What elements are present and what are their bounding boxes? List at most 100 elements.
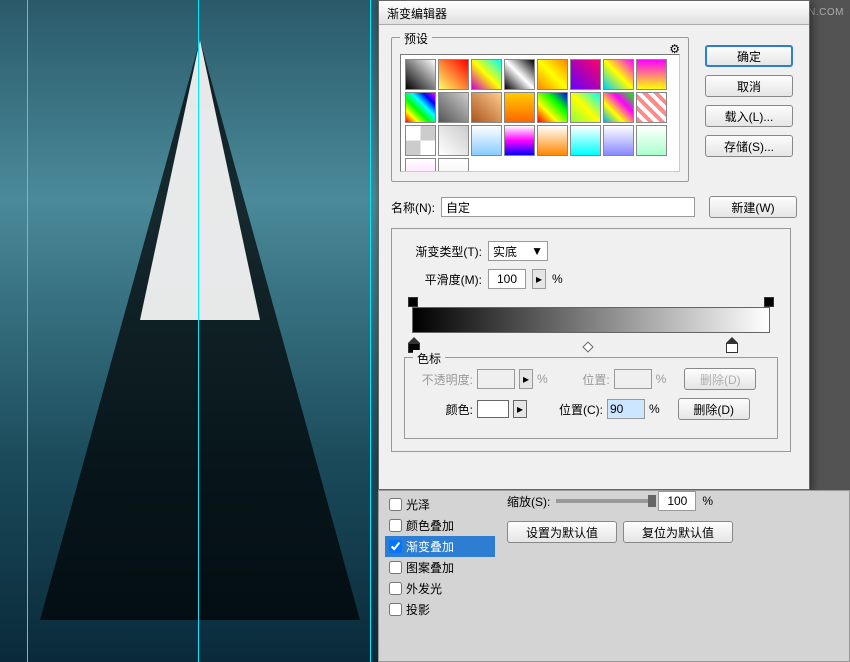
guide-vertical[interactable] (27, 0, 28, 662)
set-default-button[interactable]: 设置为默认值 (507, 521, 617, 543)
preset-swatch[interactable] (537, 59, 568, 90)
preset-swatch[interactable] (603, 92, 634, 123)
percent-label: % (552, 272, 563, 286)
layer-style-checkbox[interactable] (389, 561, 402, 574)
preset-swatch[interactable] (603, 59, 634, 90)
color-well[interactable] (477, 400, 509, 418)
layer-style-label: 光泽 (406, 496, 430, 513)
opacity-spinner: ▸ (519, 369, 533, 389)
percent-label: % (702, 494, 713, 508)
preset-swatch[interactable] (603, 125, 634, 156)
gradient-settings: 渐变类型(T): 实底 ▼ 平滑度(M): ▸ % (391, 228, 791, 452)
opacity-label: 不透明度: (415, 371, 473, 388)
gradient-bar[interactable] (412, 307, 770, 333)
gradient-type-dropdown[interactable]: 实底 ▼ (488, 241, 548, 261)
preset-swatch[interactable] (405, 59, 436, 90)
gear-icon[interactable]: ⚙ (669, 42, 680, 56)
presets-label: 预设 (400, 30, 432, 47)
preset-swatch[interactable] (570, 59, 601, 90)
preset-swatch[interactable] (504, 59, 535, 90)
opacity-stop[interactable] (764, 297, 774, 307)
layer-style-item[interactable]: 渐变叠加 (385, 536, 495, 557)
presets-group: 预设 ⚙ (391, 37, 689, 182)
layer-style-item[interactable]: 颜色叠加 (385, 515, 495, 536)
preset-swatch[interactable] (471, 92, 502, 123)
percent-label: % (537, 372, 548, 386)
preset-swatch[interactable] (504, 92, 535, 123)
preset-swatch[interactable] (471, 59, 502, 90)
preset-swatch[interactable] (438, 92, 469, 123)
preset-swatch[interactable] (537, 92, 568, 123)
canvas-area[interactable] (0, 0, 378, 662)
dialog-title: 渐变编辑器 (379, 1, 809, 25)
preset-swatch[interactable] (471, 125, 502, 156)
gradient-type-label: 渐变类型(T): (404, 243, 482, 260)
opacity-position-label: 位置: (568, 371, 610, 388)
delete-opacity-button: 删除(D) (684, 368, 756, 390)
opacity-stop[interactable] (408, 297, 418, 307)
layer-style-label: 投影 (406, 601, 430, 618)
load-button[interactable]: 载入(L)... (705, 105, 793, 127)
preset-swatch[interactable] (636, 92, 667, 123)
preset-swatch[interactable] (405, 92, 436, 123)
layer-style-checkbox[interactable] (389, 519, 402, 532)
name-input[interactable] (441, 197, 695, 217)
color-stop[interactable] (726, 337, 738, 349)
layer-style-label: 外发光 (406, 580, 442, 597)
color-label: 颜色: (415, 401, 473, 418)
preset-swatch[interactable] (570, 92, 601, 123)
preset-swatch[interactable] (570, 125, 601, 156)
smoothness-label: 平滑度(M): (404, 271, 482, 288)
scale-input[interactable] (658, 491, 696, 511)
save-button[interactable]: 存储(S)... (705, 135, 793, 157)
preset-swatch[interactable] (438, 125, 469, 156)
preset-swatch[interactable] (405, 125, 436, 156)
percent-label: % (649, 402, 660, 416)
color-stops-label: 色标 (413, 350, 445, 367)
preset-swatch[interactable] (438, 158, 469, 172)
reset-default-button[interactable]: 复位为默认值 (623, 521, 733, 543)
layer-style-checkbox[interactable] (389, 582, 402, 595)
delete-color-button[interactable]: 删除(D) (678, 398, 750, 420)
preset-swatches (400, 54, 680, 172)
preset-swatch[interactable] (438, 59, 469, 90)
layer-style-label: 图案叠加 (406, 559, 454, 576)
layer-style-item[interactable]: 投影 (385, 599, 495, 620)
layer-style-item[interactable]: 外发光 (385, 578, 495, 599)
preset-swatch[interactable] (537, 125, 568, 156)
layer-styles-list: 光泽颜色叠加渐变叠加图案叠加外发光投影 (385, 494, 495, 620)
color-stops-group: 色标 不透明度: ▸ % 位置: % 删除(D) 颜色: ▸ 位置(C): (404, 357, 778, 439)
scale-slider[interactable] (556, 499, 652, 503)
opacity-input (477, 369, 515, 389)
percent-label: % (656, 372, 667, 386)
color-stop[interactable] (408, 337, 420, 349)
gradient-shape-light (140, 40, 260, 320)
smoothness-spinner[interactable]: ▸ (532, 269, 546, 289)
name-label: 名称(N): (391, 199, 435, 216)
gradient-bar-wrap (404, 307, 778, 347)
layer-style-checkbox[interactable] (389, 540, 402, 553)
layer-style-label: 颜色叠加 (406, 517, 454, 534)
new-button[interactable]: 新建(W) (709, 196, 797, 218)
layer-style-label: 渐变叠加 (406, 538, 454, 555)
scale-label: 缩放(S): (507, 493, 550, 510)
color-position-label: 位置(C): (551, 401, 603, 418)
guide-vertical[interactable] (198, 0, 199, 662)
layer-style-checkbox[interactable] (389, 498, 402, 511)
color-dropdown-arrow[interactable]: ▸ (513, 400, 527, 418)
chevron-down-icon: ▼ (531, 244, 543, 258)
guide-vertical[interactable] (370, 0, 371, 662)
preset-swatch[interactable] (636, 125, 667, 156)
ok-button[interactable]: 确定 (705, 45, 793, 67)
layer-style-item[interactable]: 图案叠加 (385, 557, 495, 578)
cancel-button[interactable]: 取消 (705, 75, 793, 97)
smoothness-input[interactable] (488, 269, 526, 289)
color-position-input[interactable] (607, 399, 645, 419)
preset-swatch[interactable] (405, 158, 436, 172)
layer-style-item[interactable]: 光泽 (385, 494, 495, 515)
layer-style-panel: 光泽颜色叠加渐变叠加图案叠加外发光投影 缩放(S): % 设置为默认值 复位为默… (378, 490, 850, 662)
layer-style-checkbox[interactable] (389, 603, 402, 616)
midpoint-marker[interactable] (582, 341, 593, 352)
preset-swatch[interactable] (504, 125, 535, 156)
preset-swatch[interactable] (636, 59, 667, 90)
